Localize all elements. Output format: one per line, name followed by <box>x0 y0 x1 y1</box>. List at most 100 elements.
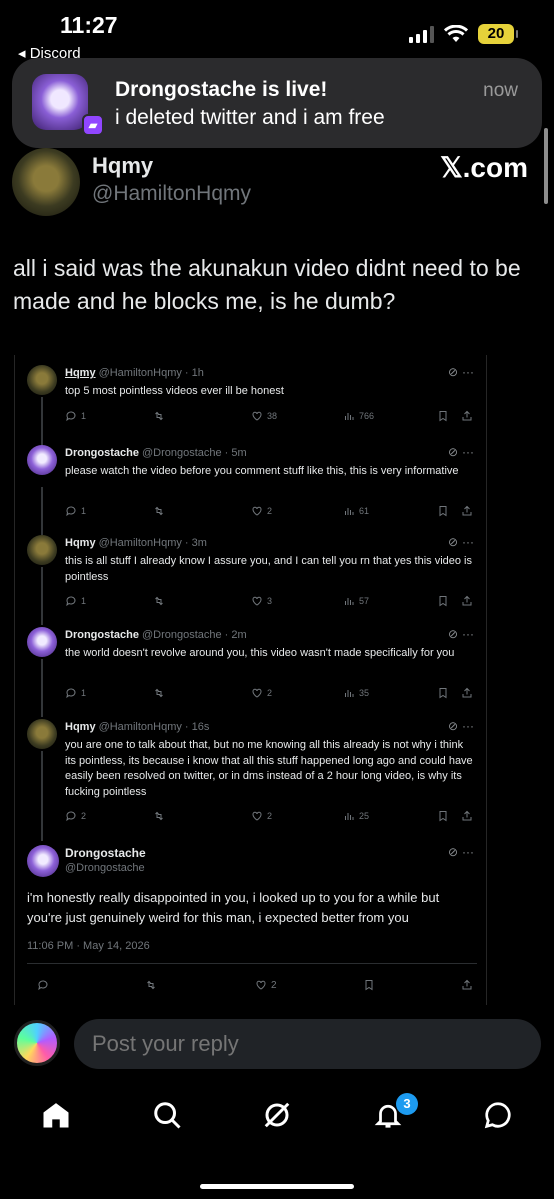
final-tweet-timestamp: 11:06 PM · May 14, 2026 <box>27 940 150 952</box>
final-tweet-author: Drongostache <box>65 846 146 860</box>
cellular-signal-icon <box>409 25 434 43</box>
views-count: 766 <box>359 410 375 421</box>
tweet-avatar[interactable] <box>27 627 57 657</box>
notification-app-avatar <box>32 74 88 130</box>
tweet-text: top 5 most pointless videos ever ill be … <box>65 385 284 397</box>
final-tweet-handle: @Drongostache <box>65 862 145 874</box>
like-icon: 2 <box>251 505 272 517</box>
nav-search[interactable] <box>147 1095 187 1135</box>
grok-icon: ⊘ <box>447 719 458 733</box>
share-icon <box>461 505 473 517</box>
user-avatar[interactable] <box>14 1020 60 1066</box>
tweet-author-name: Hqmy <box>65 721 96 733</box>
tweet-author-name: Hqmy <box>65 537 96 549</box>
share-icon <box>461 979 473 991</box>
tweet-handle-time: @HamiltonHqmy · 1h <box>98 367 204 379</box>
grok-icon: ⊘ <box>447 535 458 549</box>
like-icon: 2 <box>251 687 272 699</box>
share-icon <box>461 810 473 822</box>
tweet-avatar[interactable] <box>27 365 57 395</box>
tweet-handle-time: @HamiltonHqmy · 16s <box>98 721 210 733</box>
grok-icon: ⊘ <box>447 365 458 379</box>
views-icon: 35 <box>343 687 369 699</box>
tweet-header: Drongostache @Drongostache · 5m <box>65 447 247 459</box>
home-indicator[interactable] <box>200 1184 354 1189</box>
like-count: 2 <box>267 688 273 698</box>
bookmark-icon <box>437 595 449 607</box>
bookmark-icon <box>363 979 375 991</box>
tweet-avatar[interactable] <box>27 445 57 475</box>
more-icon: ··· <box>462 535 474 549</box>
more-icon: ··· <box>462 719 474 733</box>
tweet-header: Drongostache @Drongostache · 2m <box>65 629 247 641</box>
like-icon: 38 <box>251 410 277 422</box>
grok-icon: ⊘ <box>447 845 458 859</box>
views-icon: 61 <box>343 505 369 517</box>
reply-input[interactable] <box>74 1019 541 1069</box>
views-count: 61 <box>359 506 370 516</box>
bookmark-icon <box>437 410 449 422</box>
bookmark-icon <box>437 810 449 822</box>
notification-title: Drongostache is live! <box>115 78 328 101</box>
tweet-author-name: Drongostache <box>65 447 139 459</box>
tweet-avatar[interactable] <box>27 535 57 565</box>
tweet-actions: 1 38 766 <box>65 410 477 424</box>
thread-line <box>41 751 43 841</box>
nav-messages[interactable] <box>478 1095 518 1135</box>
retweet-icon <box>145 979 157 991</box>
twitch-icon: ▰ <box>82 114 104 136</box>
home-icon <box>43 1103 69 1128</box>
retweet-icon <box>153 810 169 822</box>
like-count: 38 <box>267 410 278 421</box>
notification-time: now <box>483 80 518 101</box>
more-icon: ··· <box>462 627 474 641</box>
x-logo: 𝕏.com <box>440 152 528 183</box>
reply-icon: 1 <box>65 410 86 422</box>
reply-icon: 1 <box>65 505 86 517</box>
thread-line <box>41 659 43 717</box>
scrollbar[interactable] <box>544 128 548 204</box>
nav-grok[interactable] <box>257 1095 297 1135</box>
tweet-text: you are one to talk about that, but no m… <box>65 739 473 798</box>
final-tweet-actions: 2 <box>27 979 477 995</box>
reply-icon: 1 <box>65 687 86 699</box>
author-name[interactable]: Hqmy <box>92 153 153 179</box>
retweet-icon <box>153 410 169 422</box>
grok-icon: ⊘ <box>447 627 458 641</box>
live-notification-banner[interactable]: ▰ Drongostache is live! i deleted twitte… <box>12 58 542 148</box>
tweet-header: Hqmy @HamiltonHqmy · 16s <box>65 721 209 733</box>
notification-body: i deleted twitter and i am free <box>115 106 385 129</box>
divider <box>27 963 477 964</box>
tweet-text: this is all stuff I already know I assur… <box>65 555 472 583</box>
like-icon: 2 <box>251 810 272 822</box>
thread-line <box>41 567 43 625</box>
tweet-actions: 1 2 35 <box>65 687 477 701</box>
tweet-handle-time: @Drongostache · 5m <box>141 447 247 459</box>
tweet-avatar[interactable] <box>27 845 59 877</box>
nav-home[interactable] <box>36 1095 76 1135</box>
search-icon <box>154 1102 181 1129</box>
retweet-icon <box>153 595 169 607</box>
more-icon: ··· <box>462 445 474 459</box>
reply-icon <box>37 979 49 991</box>
grok-icon <box>264 1102 290 1128</box>
tweet-text: the world doesn't revolve around you, th… <box>65 647 455 659</box>
tweet-avatar[interactable] <box>27 719 57 749</box>
status-time: 11:27 <box>60 12 118 38</box>
reply-icon: 2 <box>65 810 86 822</box>
status-icons: 20 <box>409 24 518 44</box>
reply-icon: 1 <box>65 595 86 607</box>
bookmark-icon <box>437 687 449 699</box>
reply-count: 1 <box>81 506 87 516</box>
embedded-screenshot[interactable]: Hqmy @HamiltonHqmy · 1h ⊘ ··· top 5 most poi… <box>14 355 487 1005</box>
tweet-author-name: Hqmy <box>65 367 96 379</box>
tweet-actions: 1 2 61 <box>65 505 477 519</box>
author-avatar[interactable] <box>12 148 80 216</box>
share-icon <box>461 595 473 607</box>
author-handle[interactable]: @HamiltonHqmy <box>92 182 251 206</box>
final-tweet-text: i'm honestly really disappointed in you,… <box>27 890 440 925</box>
reply-count: 1 <box>81 410 87 421</box>
views-count: 25 <box>359 811 370 821</box>
views-icon: 766 <box>343 410 374 422</box>
grok-icon: ⊘ <box>447 445 458 459</box>
